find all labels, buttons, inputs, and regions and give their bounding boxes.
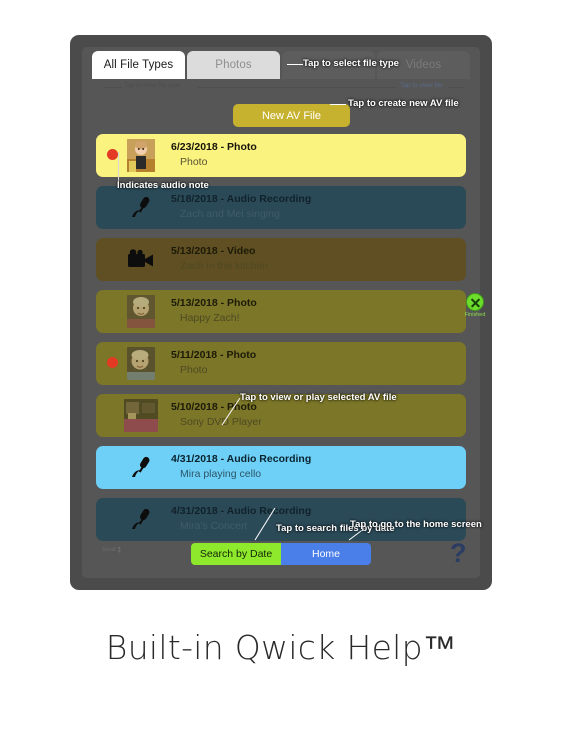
tab-videos-label: Videos xyxy=(405,59,442,71)
list-item[interactable]: 4/31/2018 - Audio Recording Mira playing… xyxy=(96,446,466,489)
list-item-date: 5/13/2018 - Video xyxy=(171,245,256,257)
bottom-segmented-control: Search by Date Home xyxy=(191,543,371,565)
annotation-home-screen: Tap to go to the home screen xyxy=(350,519,482,530)
microphone-icon xyxy=(124,194,158,221)
annotation-audio-note: Indicates audio note xyxy=(117,180,209,191)
home-button[interactable]: Home xyxy=(281,543,371,565)
annotation-line xyxy=(330,104,346,105)
photo-thumbnail xyxy=(127,347,155,380)
annotation-view-file: Tap to view file xyxy=(400,82,443,89)
stepper-arrows-icon: ▲ ▼ xyxy=(116,545,122,555)
search-by-date-label: Search by Date xyxy=(199,548,273,560)
home-label: Home xyxy=(311,548,340,560)
screenshot-root: All File Types Photos Videos New AV File xyxy=(0,0,562,750)
list-item-texts: 5/11/2018 - Photo Photo xyxy=(171,348,256,378)
help-question-mark-icon[interactable]: ? xyxy=(450,538,467,569)
tablet-device-frame: All File Types Photos Videos New AV File xyxy=(70,35,492,590)
list-item-date: 5/13/2018 - Photo xyxy=(171,297,257,309)
tab-all-file-types[interactable]: All File Types xyxy=(92,51,185,79)
bottom-toolbar: Scroll ▲ ▼ Search by Date Home ? xyxy=(82,531,480,578)
tab-all-file-types-label: All File Types xyxy=(103,59,174,71)
list-item-description: Mira playing cello xyxy=(180,468,262,480)
scroll-label: Scroll xyxy=(102,547,116,553)
list-item-date: 5/11/2018 - Photo xyxy=(171,349,257,361)
annotation-view-file-type: Tap to view file type xyxy=(124,82,181,89)
photo-thumbnail xyxy=(127,139,155,172)
new-av-file-button[interactable]: New AV File xyxy=(233,104,350,127)
annotation-line xyxy=(449,87,463,88)
microphone-icon xyxy=(124,454,158,481)
list-item[interactable]: 5/13/2018 - Photo Happy Zach! xyxy=(96,290,466,333)
file-list-panel: New AV File 6/23/2018 - Photo Photo 5/18… xyxy=(82,79,480,578)
annotation-line xyxy=(198,87,396,88)
audio-note-dot-icon xyxy=(107,149,118,160)
list-item-description: Photo xyxy=(180,364,208,376)
list-item-date: 5/18/2018 - Audio Recording xyxy=(171,193,312,205)
search-by-date-button[interactable]: Search by Date xyxy=(191,543,281,565)
list-item-texts: 5/13/2018 - Video Zach in the kitchen xyxy=(171,244,268,274)
annotation-select-file-type: Tap to select file type xyxy=(303,58,399,69)
list-item-texts: 5/10/2018 - Photo Sony DVD Player xyxy=(171,400,262,430)
page-title: Built-in Qwick Help™ xyxy=(105,628,457,667)
list-item-description: Zach and Mel singing xyxy=(180,208,280,220)
list-item-description: Zach in the kitchen xyxy=(180,260,269,272)
app-screen: All File Types Photos Videos New AV File xyxy=(82,47,480,578)
scroll-stepper[interactable]: Scroll ▲ ▼ xyxy=(102,545,122,555)
audio-note-dot-icon xyxy=(107,357,118,368)
list-item[interactable]: 5/18/2018 - Audio Recording Zach and Mel… xyxy=(96,186,466,229)
photo-thumbnail xyxy=(124,399,158,432)
list-item-texts: 5/18/2018 - Audio Recording Zach and Mel… xyxy=(171,192,311,222)
green-x-circle-icon xyxy=(466,293,484,311)
annotation-line xyxy=(104,87,122,88)
status-badge-label: Finished xyxy=(464,312,486,318)
video-camera-icon xyxy=(124,246,158,273)
list-item-texts: 6/23/2018 - Photo Photo xyxy=(171,140,257,170)
photo-thumbnail xyxy=(127,295,155,328)
annotation-line xyxy=(287,64,303,65)
list-item[interactable]: 6/23/2018 - Photo Photo xyxy=(96,134,466,177)
list-item[interactable]: 5/11/2018 - Photo Photo xyxy=(96,342,466,385)
tab-photos-label: Photos xyxy=(215,59,252,71)
av-file-list: 6/23/2018 - Photo Photo 5/18/2018 - Audi… xyxy=(82,134,480,550)
list-item-texts: 4/31/2018 - Audio Recording Mira playing… xyxy=(171,452,311,482)
list-item-date: 6/23/2018 - Photo xyxy=(171,141,257,153)
tab-photos[interactable]: Photos xyxy=(187,51,280,79)
annotation-view-or-play: Tap to view or play selected AV file xyxy=(240,392,397,403)
list-item-description: Photo xyxy=(180,156,208,168)
list-item-date: 4/31/2018 - Audio Recording xyxy=(171,505,312,517)
microphone-icon xyxy=(124,506,158,533)
annotation-create-new-av: Tap to create new AV file xyxy=(348,98,459,109)
new-av-file-label: New AV File xyxy=(261,109,322,122)
file-type-tabbar: All File Types Photos Videos xyxy=(92,51,470,79)
status-badge[interactable]: Finished xyxy=(462,293,488,318)
list-item[interactable]: 5/13/2018 - Video Zach in the kitchen xyxy=(96,238,466,281)
list-item-description: Happy Zach! xyxy=(180,312,240,324)
list-item-date: 4/31/2018 - Audio Recording xyxy=(171,453,312,465)
list-item-description: Sony DVD Player xyxy=(180,416,262,428)
list-item-texts: 5/13/2018 - Photo Happy Zach! xyxy=(171,296,257,326)
